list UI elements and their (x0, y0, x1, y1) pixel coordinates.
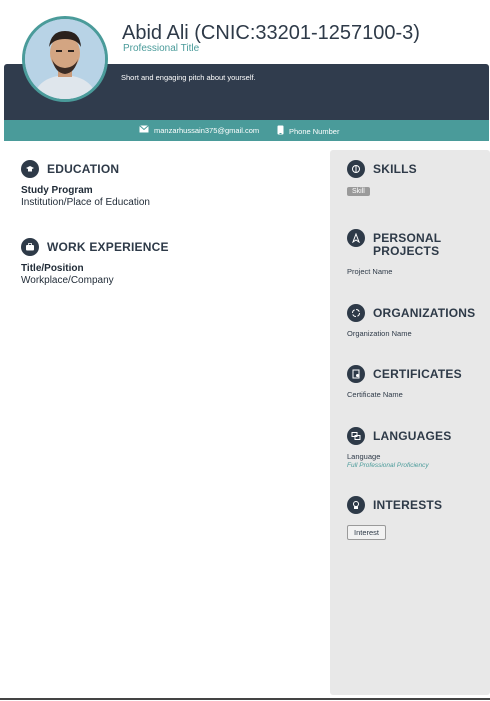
professional-title: Professional Title (123, 43, 200, 54)
education-icon (21, 160, 39, 178)
certificates-heading: CERTIFICATES (373, 367, 462, 381)
certificate-name: Certificate Name (347, 390, 403, 399)
profile-photo (22, 16, 108, 102)
interest-badge: Interest (347, 525, 387, 540)
candidate-name: Abid Ali (CNIC:33201-1257100-3) (122, 22, 420, 44)
languages-heading: LANGUAGES (373, 429, 452, 443)
email-text: manzarhussain375@gmail.com (154, 125, 260, 135)
mail-icon (139, 125, 149, 135)
interests-icon (347, 496, 365, 514)
phone-text: Phone Number (289, 126, 340, 136)
language-level: Full Professional Proficiency (347, 462, 429, 469)
certificate-icon (347, 365, 365, 383)
language-name: Language (347, 452, 381, 461)
organization-name: Organization Name (347, 329, 412, 338)
institution: Institution/Place of Education (21, 197, 150, 208)
organizations-heading: ORGANIZATIONS (373, 306, 476, 320)
study-program: Study Program (21, 185, 93, 196)
languages-icon (347, 427, 365, 445)
project-name: Project Name (347, 267, 393, 276)
skills-icon (347, 160, 365, 178)
contact-phone[interactable]: Phone Number (277, 125, 339, 137)
projects-heading: PERSONAL PROJECTS (373, 232, 441, 258)
phone-icon (277, 125, 284, 137)
projects-icon (347, 229, 365, 247)
interests-heading: INTERESTS (373, 498, 443, 512)
education-heading: EDUCATION (47, 162, 120, 176)
organizations-icon (347, 304, 365, 322)
work-experience-heading: WORK EXPERIENCE (47, 240, 169, 254)
briefcase-icon (21, 238, 39, 256)
page-bottom-border (0, 698, 490, 700)
skills-heading: SKILLS (373, 162, 417, 176)
pitch-text: Short and engaging pitch about yourself. (121, 73, 256, 82)
skill-badge: Skill (347, 187, 370, 196)
contact-email[interactable]: manzarhussain375@gmail.com (139, 125, 259, 135)
position-title: Title/Position (21, 263, 84, 274)
projects-heading-line2: PROJECTS (373, 244, 440, 258)
workplace: Workplace/Company (21, 275, 114, 286)
